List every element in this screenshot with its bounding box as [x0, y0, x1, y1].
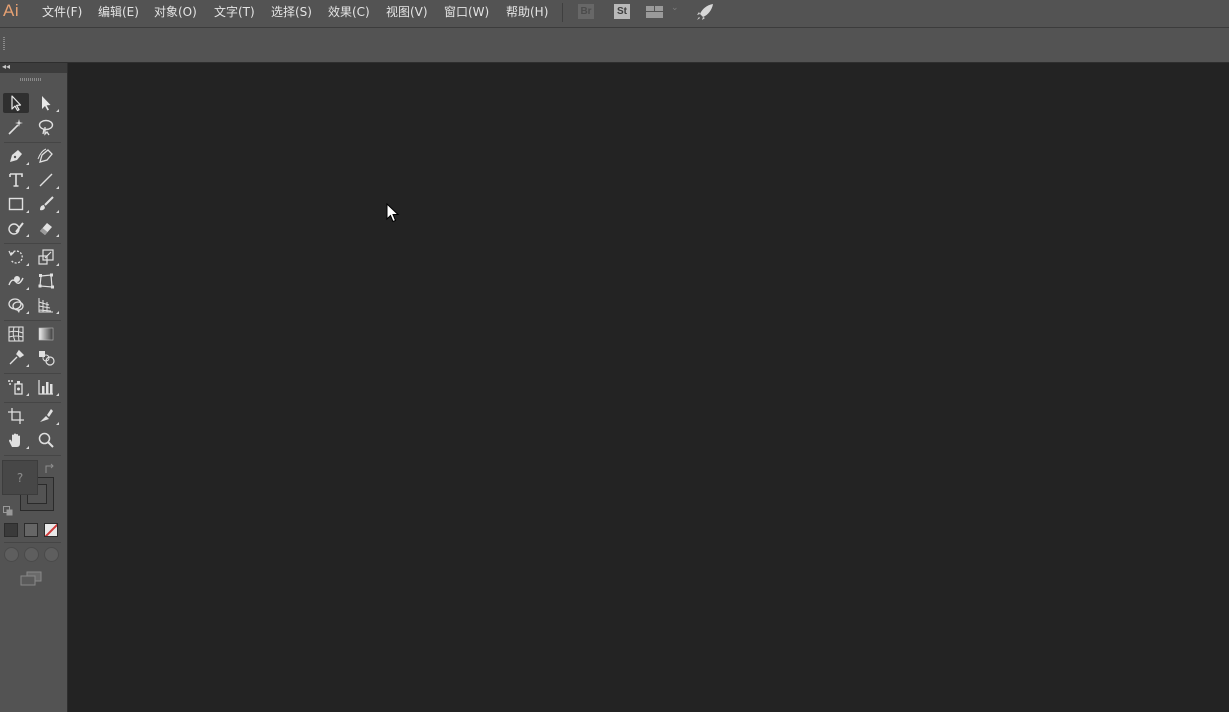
tool-group-divider — [4, 402, 61, 403]
mouse-cursor-icon — [386, 202, 400, 227]
column-graph-icon — [38, 380, 53, 395]
direct-selection-tool[interactable] — [33, 93, 59, 113]
lasso-tool[interactable] — [33, 117, 59, 137]
control-bar — [0, 28, 1229, 63]
blend-icon — [39, 351, 55, 366]
gradient-mode-button[interactable] — [24, 523, 38, 537]
control-bar-grip[interactable] — [3, 37, 5, 51]
scale-tool[interactable] — [33, 247, 59, 267]
rotate-tool[interactable] — [3, 247, 29, 267]
pen-tool[interactable] — [3, 146, 29, 166]
symbol-sprayer-tool[interactable] — [3, 377, 29, 397]
screen-mode-icon[interactable] — [20, 571, 42, 591]
line-segment-icon — [39, 173, 53, 187]
perspective-grid-tool[interactable] — [33, 295, 59, 315]
hand-tool[interactable] — [3, 430, 29, 450]
lasso-icon — [38, 119, 54, 136]
menu-view[interactable]: 视图(V) — [386, 0, 428, 24]
none-mode-button[interactable] — [44, 523, 58, 537]
draw-normal-button[interactable] — [4, 547, 19, 562]
tools-panel: ◂◂ ? — [0, 61, 68, 712]
fill-swatch[interactable]: ? — [2, 460, 38, 495]
hand-icon — [9, 433, 20, 447]
tool-group-divider — [4, 142, 61, 143]
pen-nib-icon — [10, 150, 22, 162]
slice-tool[interactable] — [33, 406, 59, 426]
tools-panel-grip[interactable] — [20, 78, 42, 81]
tool-group-divider — [4, 320, 61, 321]
shaper-tool[interactable] — [3, 218, 29, 238]
perspective-grid-icon — [38, 298, 53, 313]
menu-separator — [562, 3, 563, 22]
workspace-layout-icon[interactable] — [646, 4, 664, 23]
draw-inside-button[interactable] — [44, 547, 59, 562]
menu-select[interactable]: 选择(S) — [271, 0, 312, 24]
artboard-icon — [8, 408, 24, 424]
magic-wand-icon — [8, 119, 23, 135]
stock-button[interactable]: St — [614, 4, 630, 19]
warp-tool[interactable] — [3, 271, 29, 291]
swap-fill-stroke-icon[interactable] — [44, 460, 56, 479]
paintbrush-tool[interactable] — [33, 194, 59, 214]
magic-wand-tool[interactable] — [3, 117, 29, 137]
zoom-tool[interactable] — [33, 430, 59, 450]
rotate-icon — [8, 250, 23, 264]
menu-window[interactable]: 窗口(W) — [444, 0, 489, 24]
eyedropper-tool[interactable] — [3, 348, 29, 368]
symbol-sprayer-icon — [8, 380, 23, 395]
curvature-pen-icon — [37, 148, 53, 163]
menu-effect[interactable]: 效果(C) — [328, 0, 370, 24]
eraser-icon — [40, 223, 52, 235]
bridge-button[interactable]: Br — [578, 4, 594, 19]
tool-group-divider — [4, 542, 61, 543]
eraser-tool[interactable] — [33, 218, 59, 238]
tool-group-divider — [4, 373, 61, 374]
rocket-icon[interactable] — [696, 3, 714, 25]
paintbrush-icon — [40, 196, 54, 211]
selection-tool[interactable] — [3, 93, 29, 113]
app-logo: Ai — [3, 1, 20, 20]
magnifier-icon — [38, 432, 54, 448]
shaper-icon — [8, 222, 24, 235]
mesh-icon — [8, 326, 24, 342]
scale-icon — [38, 249, 54, 265]
artboard-tool[interactable] — [3, 406, 29, 426]
default-fill-stroke-icon[interactable] — [3, 501, 13, 520]
menu-type[interactable]: 文字(T) — [214, 0, 255, 24]
menu-help[interactable]: 帮助(H) — [506, 0, 548, 24]
direct-selection-icon — [42, 96, 51, 111]
fill-unknown-label: ? — [16, 470, 24, 485]
draw-behind-button[interactable] — [24, 547, 39, 562]
shape-builder-icon — [8, 298, 24, 313]
color-mode-button[interactable] — [4, 523, 18, 537]
rectangle-tool[interactable] — [3, 194, 29, 214]
gradient-tool[interactable] — [33, 324, 59, 344]
column-graph-tool[interactable] — [33, 377, 59, 397]
warp-hand-icon — [8, 276, 24, 286]
menu-file[interactable]: 文件(F) — [42, 0, 82, 24]
free-transform-tool[interactable] — [33, 271, 59, 291]
menu-bar: Ai 文件(F) 编辑(E) 对象(O) 文字(T) 选择(S) 效果(C) 视… — [0, 0, 1229, 28]
mesh-tool[interactable] — [3, 324, 29, 344]
eyedropper-icon — [9, 349, 25, 365]
chevron-down-icon[interactable]: ⌄ — [671, 3, 679, 13]
gradient-icon — [38, 327, 54, 341]
type-tool[interactable] — [3, 170, 29, 190]
collapse-panel-icon[interactable]: ◂◂ — [2, 61, 10, 73]
rectangle-icon — [8, 197, 24, 211]
tools-panel-header: ◂◂ — [0, 61, 67, 73]
selection-arrow-icon — [11, 95, 22, 112]
slice-knife-icon — [40, 409, 53, 422]
line-segment-tool[interactable] — [33, 170, 59, 190]
curvature-tool[interactable] — [33, 146, 59, 166]
document-canvas[interactable] — [68, 63, 1229, 712]
tool-group-divider — [4, 455, 61, 456]
blend-tool[interactable] — [33, 348, 59, 368]
free-transform-icon — [38, 273, 54, 289]
menu-object[interactable]: 对象(O) — [154, 0, 197, 24]
tool-group-divider — [4, 243, 61, 244]
shape-builder-tool[interactable] — [3, 295, 29, 315]
type-t-icon — [9, 173, 23, 187]
menu-edit[interactable]: 编辑(E) — [98, 0, 139, 24]
